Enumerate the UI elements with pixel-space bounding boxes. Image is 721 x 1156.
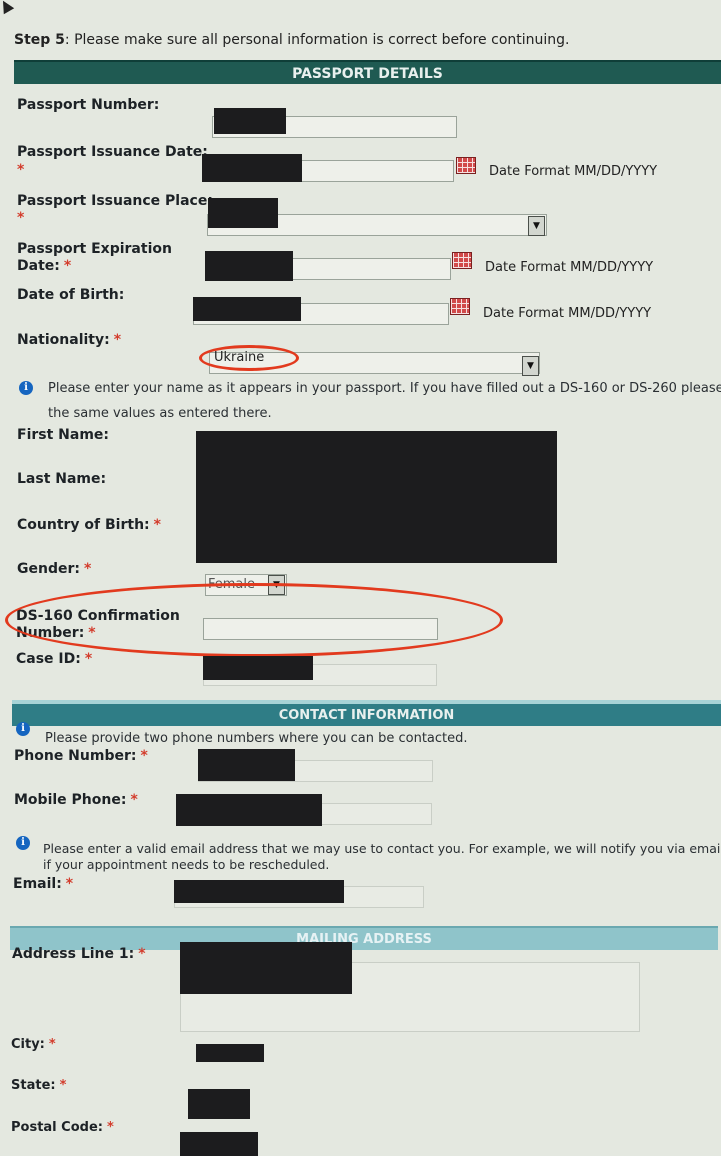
step-number: Step 5 <box>14 32 65 48</box>
redacted-expiration-date <box>205 251 293 281</box>
redacted-name-and-country <box>196 431 557 563</box>
issuance-date-label: Passport Issuance Date: <box>17 144 208 160</box>
email-info-line2: if your appointment needs to be reschedu… <box>43 857 330 872</box>
issuance-place-dropdown-icon[interactable]: ▼ <box>528 216 545 236</box>
country-of-birth-label: Country of Birth: * <box>17 517 161 533</box>
first-name-label: First Name: <box>17 427 110 443</box>
redacted-date-of-birth <box>193 297 301 321</box>
redacted-phone-number <box>198 749 295 781</box>
section-passport-details: PASSPORT DETAILS <box>14 60 721 84</box>
issuance-place-label: Passport Issuance Place: <box>17 193 213 209</box>
nationality-highlight-circle <box>199 345 299 371</box>
passport-info-line1: Please enter your name as it appears in … <box>48 381 721 396</box>
issuance-place-required: * <box>17 210 25 226</box>
issuance-date-format-hint: Date Format MM/DD/YYYY <box>489 164 658 179</box>
date-of-birth-label: Date of Birth: <box>17 287 125 303</box>
redacted-issuance-date <box>202 154 302 182</box>
redacted-mobile-phone <box>176 794 322 826</box>
postal-code-label: Postal Code: * <box>11 1120 114 1135</box>
issuance-date-required: * <box>17 162 25 178</box>
step-instruction: Step 5: Please make sure all personal in… <box>14 32 569 48</box>
redacted-passport-number <box>214 108 286 134</box>
phone-number-label: Phone Number: * <box>14 748 148 764</box>
contact-info-text: Please provide two phone numbers where y… <box>45 731 468 746</box>
nationality-dropdown-icon[interactable]: ▼ <box>522 356 539 376</box>
expiration-date-label-line2: Date: * <box>17 258 72 274</box>
calendar-icon[interactable] <box>452 252 472 269</box>
section-contact-information: CONTACT INFORMATION <box>12 700 721 726</box>
info-icon: i <box>19 381 33 395</box>
passport-info-line2: the same values as entered there. <box>48 406 272 421</box>
step-text: : Please make sure all personal informat… <box>64 32 570 48</box>
redacted-address-line1 <box>180 942 352 994</box>
state-label: State: * <box>11 1078 67 1093</box>
nationality-label: Nationality: * <box>17 332 122 348</box>
ds160-highlight-circle <box>5 583 503 657</box>
info-icon: i <box>16 836 30 850</box>
redacted-case-id <box>203 656 313 680</box>
dob-format-hint: Date Format MM/DD/YYYY <box>483 306 652 321</box>
address-line1-label: Address Line 1: * <box>12 946 146 962</box>
redacted-city <box>196 1044 264 1062</box>
mouse-cursor-icon <box>0 0 15 15</box>
passport-number-label: Passport Number: <box>17 97 160 113</box>
calendar-icon[interactable] <box>450 298 470 315</box>
city-label: City: * <box>11 1037 56 1052</box>
calendar-icon[interactable] <box>456 157 476 174</box>
redacted-state <box>188 1089 250 1119</box>
email-label: Email: * <box>13 876 74 892</box>
redacted-postal-code <box>180 1132 258 1156</box>
redacted-issuance-place <box>208 198 278 228</box>
mobile-phone-label: Mobile Phone: * <box>14 792 138 808</box>
case-id-label: Case ID: * <box>16 651 93 667</box>
expiration-date-format-hint: Date Format MM/DD/YYYY <box>485 260 654 275</box>
redacted-email <box>174 880 344 903</box>
expiration-date-label: Passport Expiration <box>17 241 172 257</box>
gender-label: Gender: * <box>17 561 92 577</box>
info-icon: i <box>16 722 30 736</box>
email-info-line1: Please enter a valid email address that … <box>43 841 721 856</box>
last-name-label: Last Name: <box>17 471 107 487</box>
